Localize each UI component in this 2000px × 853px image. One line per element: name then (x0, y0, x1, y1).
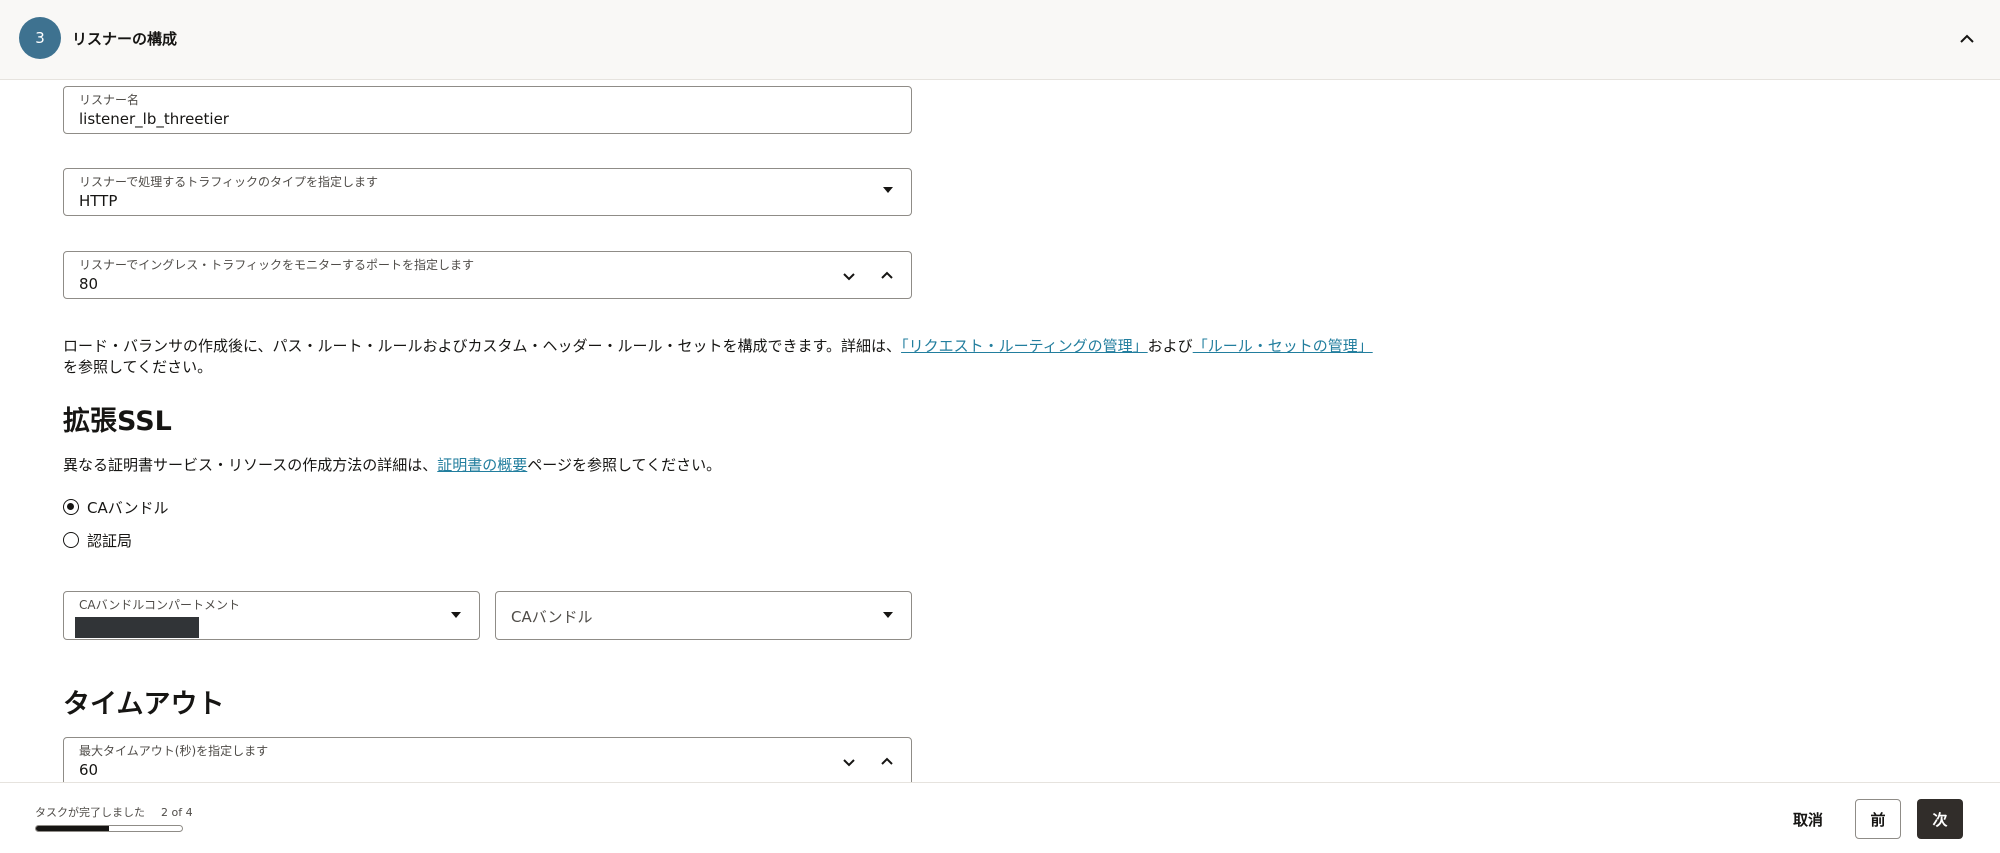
traffic-type-value: HTTP (79, 192, 118, 210)
ssl-help-text: 異なる証明書サービス・リソースの作成方法の詳細は、証明書の概要ページを参照してく… (63, 455, 721, 475)
timeout-value: 60 (79, 761, 99, 779)
step-header[interactable]: 3 リスナーの構成 (0, 0, 2000, 80)
progress-fill (36, 826, 109, 831)
progress-status: タスクが完了しました 2 of 4 (35, 804, 193, 820)
radio-button[interactable] (63, 532, 79, 548)
ssl-help-after: ページを参照してください。 (527, 456, 722, 474)
ca-bundle-compartment-select[interactable]: CAバンドルコンパートメント (63, 591, 480, 640)
radio-ca-bundle-label: CAバンドル (87, 498, 169, 517)
caret-down-icon[interactable] (451, 612, 461, 618)
routing-info-after: を参照してください。 (63, 358, 213, 376)
certificates-overview-link[interactable]: 証明書の概要 (437, 456, 527, 474)
radio-button-checked[interactable] (63, 499, 79, 515)
chevron-down-icon[interactable] (839, 752, 859, 772)
listener-name-label: リスナー名 (79, 93, 140, 107)
cancel-button[interactable]: 取消 (1780, 799, 1836, 839)
ssl-heading: 拡張SSL (63, 406, 172, 437)
timeout-label: 最大タイムアウト(秒)を指定します (79, 744, 269, 758)
radio-certificate-authority[interactable]: 認証局 (63, 529, 132, 551)
routing-info-text: ロード・バランサの作成後に、パス・ルート・ルールおよびカスタム・ヘッダー・ルール… (63, 336, 1383, 378)
listener-name-value: listener_lb_threetier (79, 110, 229, 128)
chevron-up-icon[interactable] (877, 752, 897, 772)
routing-info-before: ロード・バランサの作成後に、パス・ルート・ルールおよびカスタム・ヘッダー・ルール… (63, 337, 902, 355)
caret-down-icon[interactable] (883, 187, 893, 193)
listener-name-field[interactable]: リスナー名 listener_lb_threetier (63, 86, 912, 134)
chevron-up-icon[interactable] (877, 266, 897, 286)
routing-info-mid: および (1147, 337, 1193, 355)
step-title: リスナーの構成 (72, 30, 178, 48)
progress-count: 2 of 4 (161, 806, 193, 819)
timeout-stepper[interactable]: 最大タイムアウト(秒)を指定します 60 (63, 737, 912, 787)
progress-status-label: タスクが完了しました (35, 806, 145, 819)
port-label: リスナーでイングレス・トラフィックをモニターするポートを指定します (79, 258, 475, 272)
next-button[interactable]: 次 (1917, 799, 1963, 839)
ca-bundle-select[interactable]: CAバンドル (495, 591, 912, 640)
port-value: 80 (79, 275, 99, 293)
progress-bar (35, 825, 183, 832)
chevron-up-icon[interactable] (1954, 26, 1980, 52)
chevron-down-icon[interactable] (839, 266, 859, 286)
port-stepper[interactable]: リスナーでイングレス・トラフィックをモニターするポートを指定します 80 (63, 251, 912, 299)
rule-sets-link[interactable]: 「ルール・セットの管理」 (1193, 337, 1373, 355)
traffic-type-label: リスナーで処理するトラフィックのタイプを指定します (79, 175, 379, 189)
ca-bundle-placeholder: CAバンドル (511, 608, 593, 626)
wizard-footer: タスクが完了しました 2 of 4 取消 前 次 (0, 782, 2000, 853)
redacted-value (75, 617, 199, 638)
request-routing-link[interactable]: 「リクエスト・ルーティングの管理」 (901, 337, 1148, 355)
caret-down-icon[interactable] (883, 612, 893, 618)
radio-certificate-authority-label: 認証局 (87, 531, 133, 550)
timeout-heading: タイムアウト (63, 689, 225, 720)
traffic-type-select[interactable]: リスナーで処理するトラフィックのタイプを指定します HTTP (63, 168, 912, 216)
step-number-badge: 3 (19, 17, 61, 59)
radio-ca-bundle[interactable]: CAバンドル (63, 496, 169, 518)
back-button[interactable]: 前 (1855, 799, 1901, 839)
ca-bundle-compartment-label: CAバンドルコンパートメント (79, 598, 240, 612)
ssl-help-before: 異なる証明書サービス・リソースの作成方法の詳細は、 (63, 456, 438, 474)
